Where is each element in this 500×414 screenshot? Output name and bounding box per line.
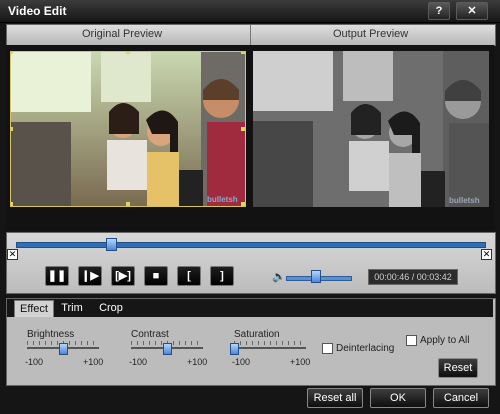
saturation-max-label: +100 — [290, 357, 311, 367]
deinterlacing-label: Deinterlacing — [336, 343, 395, 354]
output-preview-label: Output Preview — [333, 28, 409, 40]
cancel-button[interactable]: Cancel — [433, 388, 489, 408]
preview-header — [6, 24, 496, 46]
contrast-label: Contrast — [131, 329, 169, 340]
window-title: Video Edit — [8, 4, 67, 18]
close-button[interactable]: ✕ — [456, 2, 488, 20]
frame-button[interactable]: [▶] — [111, 266, 135, 286]
title-bar — [0, 0, 500, 23]
tab-trim[interactable]: Trim — [57, 300, 87, 316]
mark-out-button[interactable]: ] — [210, 266, 234, 286]
deinterlacing-checkbox[interactable] — [322, 343, 333, 354]
ok-button[interactable]: OK — [370, 388, 426, 408]
start-marker-icon[interactable]: ✕ — [7, 249, 18, 260]
mark-in-button[interactable]: [ — [177, 266, 201, 286]
apply-to-all-checkbox[interactable] — [406, 335, 417, 346]
original-preview-label: Original Preview — [82, 28, 163, 40]
contrast-min-label: -100 — [129, 357, 148, 367]
timeline-handle[interactable] — [105, 238, 117, 251]
saturation-label: Saturation — [234, 329, 280, 340]
apply-to-all-label: Apply to All — [420, 335, 470, 346]
contrast-max-label: +100 — [187, 357, 208, 367]
svg-text:bulletsh: bulletsh — [207, 195, 238, 204]
brightness-min-label: -100 — [25, 357, 44, 367]
stop-button[interactable]: ■ — [144, 266, 168, 286]
time-display: 00:00:46 / 00:03:42 — [368, 269, 458, 285]
volume-handle[interactable] — [310, 270, 321, 283]
timeline-track[interactable] — [16, 242, 486, 248]
volume-icon[interactable]: 🔈 — [272, 270, 286, 283]
end-marker-icon[interactable]: ✕ — [481, 249, 492, 260]
step-forward-button[interactable]: ❙▶ — [78, 266, 102, 286]
original-video-frame[interactable]: bulletsh — [10, 51, 246, 207]
output-video-frame: bulletsh — [253, 51, 489, 207]
contrast-handle[interactable] — [163, 343, 172, 355]
help-button[interactable]: ? — [428, 2, 450, 20]
brightness-label: Brightness — [27, 329, 75, 340]
tab-crop[interactable]: Crop — [96, 300, 126, 316]
saturation-min-label: -100 — [232, 357, 251, 367]
saturation-handle[interactable] — [230, 343, 239, 355]
saturation-slider[interactable] — [234, 347, 306, 349]
brightness-handle[interactable] — [59, 343, 68, 355]
reset-button[interactable]: Reset — [438, 358, 478, 378]
tab-effect[interactable]: Effect — [14, 300, 54, 317]
pause-button[interactable]: ❚❚ — [45, 266, 69, 286]
svg-text:bulletsh: bulletsh — [449, 196, 480, 205]
brightness-max-label: +100 — [83, 357, 104, 367]
reset-all-button[interactable]: Reset all — [307, 388, 363, 408]
